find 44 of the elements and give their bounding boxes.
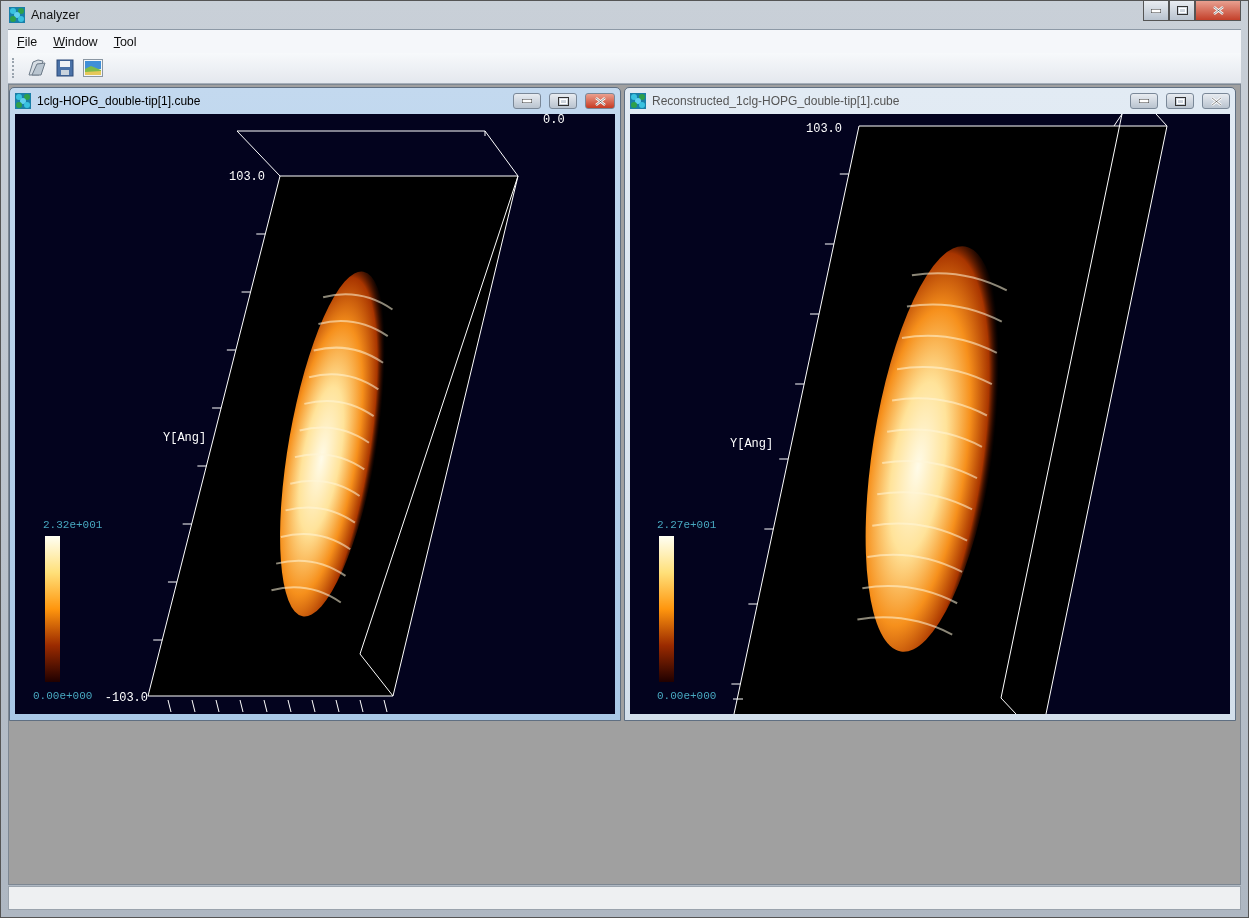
- axis-value: 103.0: [229, 170, 265, 184]
- scale-min-value: 0.00e+000: [657, 690, 717, 702]
- maximize-icon: [1176, 6, 1188, 15]
- toolbar-button[interactable]: [53, 56, 77, 80]
- menu-item[interactable]: Tool: [106, 32, 144, 51]
- restore-icon: [557, 96, 569, 106]
- cube-file-icon: [15, 93, 31, 109]
- close-button[interactable]: [585, 93, 615, 109]
- axis-value: 0.0: [543, 114, 565, 127]
- 3d-viewport[interactable]: 103.0 Y[Ang] 2.27e+001 0.00e+000: [630, 114, 1230, 714]
- scale-max-value: 2.27e+001: [657, 519, 717, 531]
- scale-max-value: 2.32e+001: [43, 519, 103, 531]
- 3d-viewport[interactable]: 0.0 103.0 Y[Ang] -103.0 2.32e+001 0.00e+000: [15, 114, 615, 714]
- minimize-button[interactable]: [1143, 1, 1169, 21]
- toolbar-button[interactable]: [81, 56, 105, 80]
- minimize-icon: [1139, 99, 1149, 103]
- menu-item[interactable]: Window: [46, 32, 105, 51]
- axis-value: -103.0: [104, 691, 148, 705]
- minimize-icon: [522, 99, 532, 103]
- scale-min-value: 0.00e+000: [33, 690, 93, 702]
- restore-button[interactable]: [549, 93, 577, 109]
- restore-button[interactable]: [1166, 93, 1194, 109]
- minimize-button[interactable]: [513, 93, 541, 109]
- menu-item[interactable]: File: [10, 32, 45, 51]
- app-icon: [9, 7, 25, 23]
- close-button[interactable]: [1195, 1, 1241, 21]
- document-title: Reconstructed_1clg-HOPG_double-tip[1].cube: [652, 94, 900, 108]
- close-icon: [1212, 6, 1224, 15]
- axis-title: Y[Ang]: [730, 437, 774, 451]
- close-icon: [594, 96, 606, 106]
- landscape-image-icon: [83, 59, 103, 77]
- cube-file-icon: [630, 93, 646, 109]
- minimize-icon: [1151, 8, 1161, 13]
- close-icon: [1210, 96, 1222, 106]
- maximize-button[interactable]: [1169, 1, 1195, 21]
- folder-icon: [27, 59, 47, 77]
- document-title: 1clg-HOPG_double-tip[1].cube: [37, 94, 201, 108]
- axis-title: Y[Ang]: [163, 431, 207, 445]
- axis-value: 103.0: [806, 122, 842, 136]
- tick-mark: [732, 698, 744, 700]
- window-title: Analyzer: [31, 8, 80, 22]
- close-button[interactable]: [1202, 93, 1230, 109]
- minimize-button[interactable]: [1130, 93, 1158, 109]
- restore-icon: [1174, 96, 1186, 106]
